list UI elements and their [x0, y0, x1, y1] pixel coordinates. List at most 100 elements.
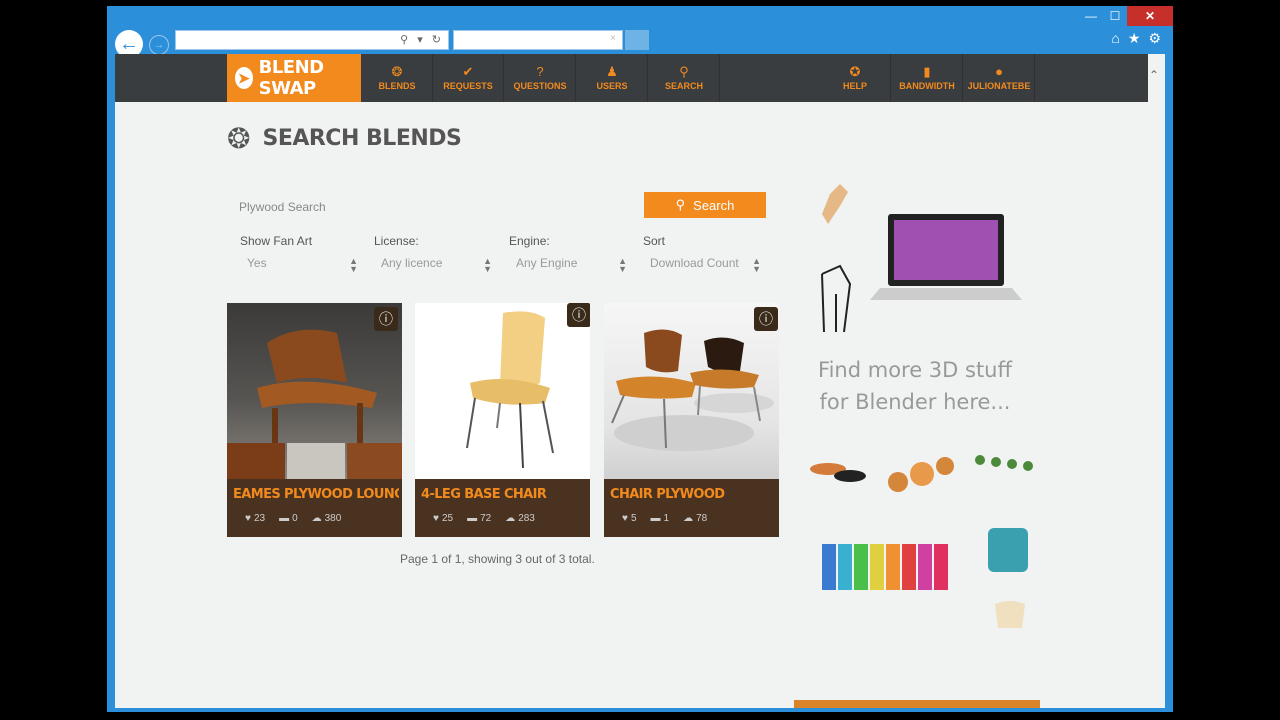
help-icon: ✪	[849, 64, 861, 79]
page-title-text: SEARCH BLENDS	[262, 126, 462, 151]
blend-card[interactable]: ⓘ 4-LEG BASE CHAIR ♥ 25 ▬ 72 ☁ 283	[415, 303, 590, 537]
select-value: Yes	[247, 256, 267, 270]
filter-label: Show Fan Art	[240, 234, 313, 248]
search-input[interactable]	[237, 194, 521, 220]
heart-icon: ♥	[245, 513, 251, 524]
close-button[interactable]: ✕	[1127, 6, 1173, 26]
promo-line: for Blender here...	[819, 390, 1011, 414]
nav-help[interactable]: ✪ HELP	[820, 54, 891, 102]
likes-count: 5	[630, 513, 637, 524]
maximize-button[interactable]: ☐	[1103, 6, 1127, 26]
card-title[interactable]: EAMES PLYWOOD LOUNGE ...	[233, 487, 399, 502]
info-icon[interactable]: ⓘ	[754, 307, 778, 331]
downloads-count: 283	[518, 513, 535, 524]
scroll-up-icon[interactable]: ⌃	[1149, 68, 1159, 82]
downloads-stat: ☁ 380	[312, 513, 342, 524]
comment-icon: ▬	[650, 513, 661, 524]
browser-window: — ☐ ✕ ← → ⚲ ▾ ↻ × ⌂ ★ ⚙ ⌃ ➤ BLEND SWAP ❂…	[107, 6, 1173, 712]
nav-requests[interactable]: ✔ REQUESTS	[433, 54, 504, 102]
blender-logo-icon: ❂	[227, 123, 251, 154]
card-footer: 4-LEG BASE CHAIR ♥ 25 ▬ 72 ☁ 283	[415, 479, 590, 537]
card-footer: EAMES PLYWOOD LOUNGE ... ♥23 ▬0 ☁380	[227, 479, 402, 537]
downloads-count: 78	[696, 513, 708, 524]
address-bar[interactable]: ⚲ ▾ ↻	[175, 30, 449, 50]
info-icon[interactable]: ⓘ	[567, 303, 590, 327]
likes-count: 23	[253, 513, 266, 524]
blend-card[interactable]: ⓘ EAMES PLYWOOD LOUNGE ... ♥23 ▬0 ☁380	[227, 303, 402, 537]
comment-icon: ▬	[279, 513, 290, 524]
promo-illustrations	[810, 184, 1033, 628]
info-icon[interactable]: ⓘ	[374, 307, 398, 331]
card-title[interactable]: CHAIR PLYWOOD	[610, 487, 776, 502]
blend-thumbnail[interactable]: ⓘ	[415, 303, 590, 479]
license-select[interactable]: Any licence ▲ ▼	[374, 256, 496, 274]
likes-count: 25	[441, 513, 454, 524]
blend-thumbnail[interactable]: ⓘ	[604, 303, 779, 479]
filter-sort: Sort Download Count ▲ ▼	[643, 234, 765, 274]
nav-label: BANDWIDTH	[899, 81, 955, 91]
promo-line: Find more 3D stuff	[818, 358, 1012, 382]
select-arrows-icon: ▲ ▼	[349, 256, 358, 274]
nav-users[interactable]: ♟ USERS	[577, 54, 648, 102]
filter-label: Sort	[643, 234, 666, 248]
nav-label: REQUESTS	[443, 81, 493, 91]
select-arrows-icon: ▲ ▼	[752, 256, 761, 274]
favorites-star-icon[interactable]: ★	[1128, 30, 1141, 47]
new-tab-button[interactable]	[625, 30, 649, 50]
sort-select[interactable]: Download Count ▲ ▼	[643, 256, 765, 274]
browser-tab[interactable]: ×	[453, 30, 623, 50]
forward-button[interactable]: →	[149, 35, 169, 55]
page-content: ⌃ ➤ BLEND SWAP ❂ BLENDS ✔ REQUESTS ? QUE…	[115, 54, 1165, 708]
plywood-chairs-image	[611, 329, 774, 451]
site-logo[interactable]: ➤ BLEND SWAP	[227, 54, 361, 102]
comments-count: 1	[663, 513, 670, 524]
site-logo-text: BLEND SWAP	[258, 57, 325, 99]
nav-bandwidth[interactable]: ▮ BANDWIDTH	[892, 54, 963, 102]
engine-select[interactable]: Any Engine ▲ ▼	[509, 256, 631, 274]
card-footer: CHAIR PLYWOOD ♥ 5 ▬ 1 ☁ 78	[604, 479, 779, 537]
search-button-label: Search	[693, 197, 735, 213]
nav-blends[interactable]: ❂ BLENDS	[362, 54, 433, 102]
comment-icon: ▬	[467, 513, 478, 524]
promo-banner[interactable]: Find more 3D stuff for Blender here...	[800, 184, 1040, 704]
bottom-banner-strip[interactable]	[794, 700, 1040, 708]
cloud-download-icon: ☁	[505, 513, 516, 524]
likes-stat: ♥ 25	[433, 513, 453, 524]
fan-art-select[interactable]: Yes ▲ ▼	[240, 256, 362, 274]
comments-stat: ▬ 1	[651, 513, 670, 524]
blend-thumbnail[interactable]: ⓘ	[227, 303, 402, 479]
select-value: Any licence	[381, 256, 443, 270]
downloads-stat: ☁ 283	[505, 513, 535, 524]
select-value: Download Count	[650, 256, 739, 270]
tab-close-icon[interactable]: ×	[610, 33, 616, 44]
filter-license: License: Any licence ▲ ▼	[374, 234, 496, 274]
comments-count: 0	[292, 513, 298, 524]
comments-stat: ▬ 72	[467, 513, 491, 524]
nav-label: JULIONATEBE	[967, 81, 1031, 91]
user-icon: ●	[995, 64, 1003, 79]
downloads-count: 380	[324, 513, 342, 524]
blend-swap-logo-icon: ➤	[235, 67, 253, 89]
blend-card[interactable]: ⓘ CHAIR PLYWOOD ♥ 5 ▬ 1 ☁ 78	[604, 303, 779, 537]
nav-label: HELP	[842, 81, 867, 91]
nav-user[interactable]: ● JULIONATEBE	[964, 54, 1035, 102]
nav-search[interactable]: ⚲ SEARCH	[649, 54, 720, 102]
address-icons[interactable]: ⚲ ▾ ↻	[400, 33, 444, 46]
nav-questions[interactable]: ? QUESTIONS	[505, 54, 576, 102]
search-icon: ⚲	[679, 64, 689, 79]
home-icon[interactable]: ⌂	[1111, 30, 1119, 47]
site-navbar: ➤ BLEND SWAP ❂ BLENDS ✔ REQUESTS ? QUEST…	[115, 54, 1148, 102]
search-button[interactable]: ⚲ Search	[644, 192, 766, 218]
nav-label: SEARCH	[664, 81, 703, 91]
check-icon: ✔	[462, 64, 474, 79]
minimize-button[interactable]: —	[1079, 6, 1103, 26]
bandwidth-icon: ▮	[923, 64, 931, 79]
filter-engine: Engine: Any Engine ▲ ▼	[509, 234, 631, 274]
cloud-download-icon: ☁	[683, 513, 694, 524]
comments-stat: ▬ 0	[279, 513, 298, 524]
search-icon: ⚲	[675, 197, 686, 212]
promo-text: Find more 3D stuff for Blender here...	[810, 354, 1020, 418]
page-title: ❂ SEARCH BLENDS	[227, 122, 462, 155]
settings-gear-icon[interactable]: ⚙	[1148, 30, 1161, 47]
card-title[interactable]: 4-LEG BASE CHAIR	[421, 487, 587, 502]
